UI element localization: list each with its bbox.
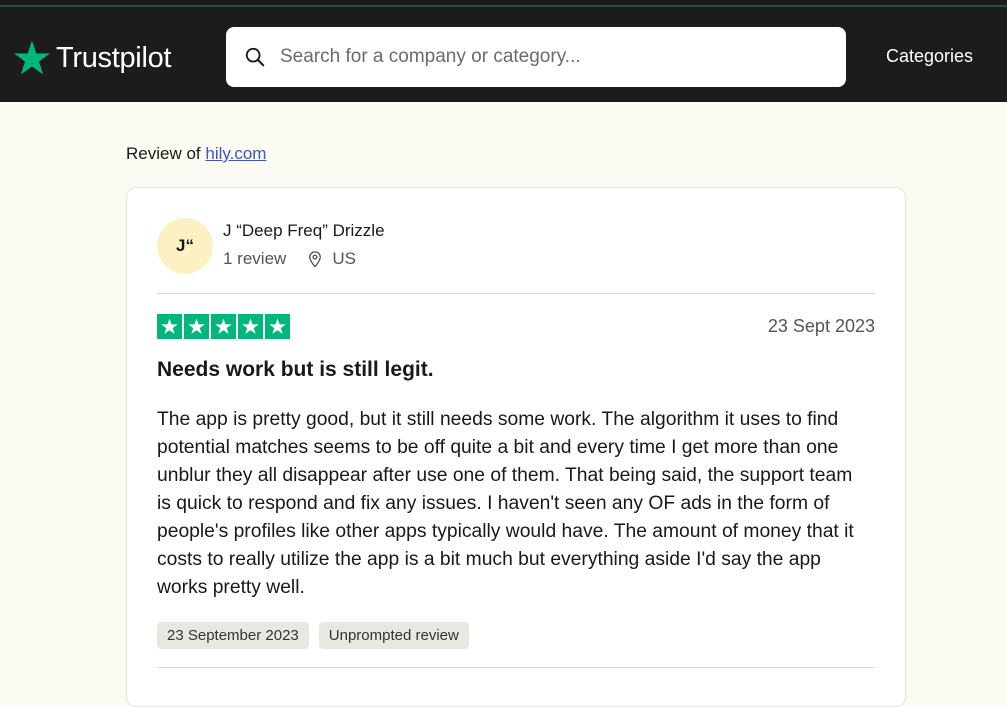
country: US <box>332 249 356 268</box>
location-pin-icon <box>309 251 322 268</box>
avatar[interactable]: J“ <box>157 218 213 274</box>
review-title[interactable]: Needs work but is still legit. <box>157 358 434 382</box>
top-strip-line <box>0 5 1007 7</box>
logo-text: Trustpilot <box>56 41 172 74</box>
star-icon <box>184 314 209 339</box>
author-meta: 1 review US <box>223 249 356 269</box>
search-input[interactable] <box>280 41 820 73</box>
search-icon <box>245 47 265 67</box>
review-date: 23 Sept 2023 <box>767 316 875 336</box>
browser-top-strip <box>0 0 1007 12</box>
review-of-prefix: Review of <box>126 144 201 163</box>
star-icon <box>238 314 263 339</box>
author-name[interactable]: J “Deep Freq” Drizzle <box>223 221 385 241</box>
star-icon <box>157 314 182 339</box>
company-link[interactable]: hily.com <box>205 144 266 163</box>
site-header: Trustpilot Categories <box>0 12 1007 102</box>
experience-date-tag: 23 September 2023 <box>157 622 309 649</box>
trustpilot-logo[interactable]: Trustpilot <box>12 38 171 78</box>
review-tags: 23 September 2023 Unprompted review <box>157 622 479 649</box>
star-rating <box>157 314 292 339</box>
trustpilot-star-icon <box>14 40 50 75</box>
review-count: 1 review <box>223 249 287 268</box>
divider-bottom <box>157 667 875 668</box>
star-icon <box>211 314 236 339</box>
unprompted-review-tag[interactable]: Unprompted review <box>318 622 469 649</box>
search-bar[interactable] <box>226 27 846 87</box>
divider-top <box>157 293 875 294</box>
review-body: The app is pretty good, but it still nee… <box>157 409 854 598</box>
star-icon <box>265 314 290 339</box>
review-card: J“ J “Deep Freq” Drizzle 1 review US 23 … <box>126 187 906 707</box>
categories-link[interactable]: Categories <box>886 46 973 67</box>
review-of-line: Review of hily.com <box>126 144 266 164</box>
